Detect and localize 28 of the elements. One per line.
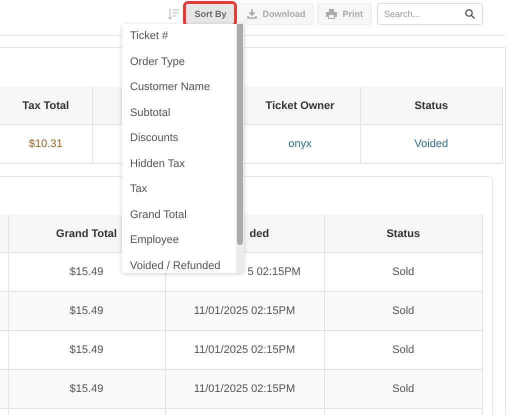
search-field[interactable]: Search...	[377, 3, 483, 25]
download-icon	[247, 9, 258, 19]
table-cell: $10.31	[0, 124, 92, 164]
search-icon	[465, 9, 475, 19]
table-cell: Sold	[324, 370, 482, 408]
column-header: Status	[360, 87, 502, 124]
column-header: Tax Total	[0, 87, 92, 124]
menu-item[interactable]: Subtotal	[122, 106, 236, 131]
table-cell: $15.49	[8, 292, 165, 330]
table-cell: Sold	[324, 252, 482, 292]
sort-icon	[168, 8, 180, 20]
sort-button[interactable]: Sort By	[185, 3, 236, 25]
menu-item[interactable]: Ticket #	[122, 29, 236, 54]
menu-item[interactable]: Customer Name	[122, 80, 236, 106]
table-cell: Voided	[360, 124, 502, 164]
table-cell: Sold	[324, 330, 482, 370]
table-cell: Sold	[324, 292, 482, 330]
table-cell: 11/01/2025 02:15PM	[165, 330, 324, 370]
scrollbar-thumb[interactable]	[237, 24, 243, 245]
table-cell: 11/01/2025 02:15PM	[165, 370, 324, 408]
printer-icon	[326, 9, 338, 19]
table-cell: $15.49	[8, 370, 165, 408]
menu-item[interactable]: Tax	[122, 182, 236, 208]
table-cell: 11/01/2025 02:15PM	[165, 292, 324, 330]
table-cell: $15.49	[8, 330, 165, 370]
menu-item[interactable]: Hidden Tax	[122, 156, 236, 182]
menu-item[interactable]: Order Type	[122, 54, 236, 80]
column-header: Status	[324, 215, 482, 252]
